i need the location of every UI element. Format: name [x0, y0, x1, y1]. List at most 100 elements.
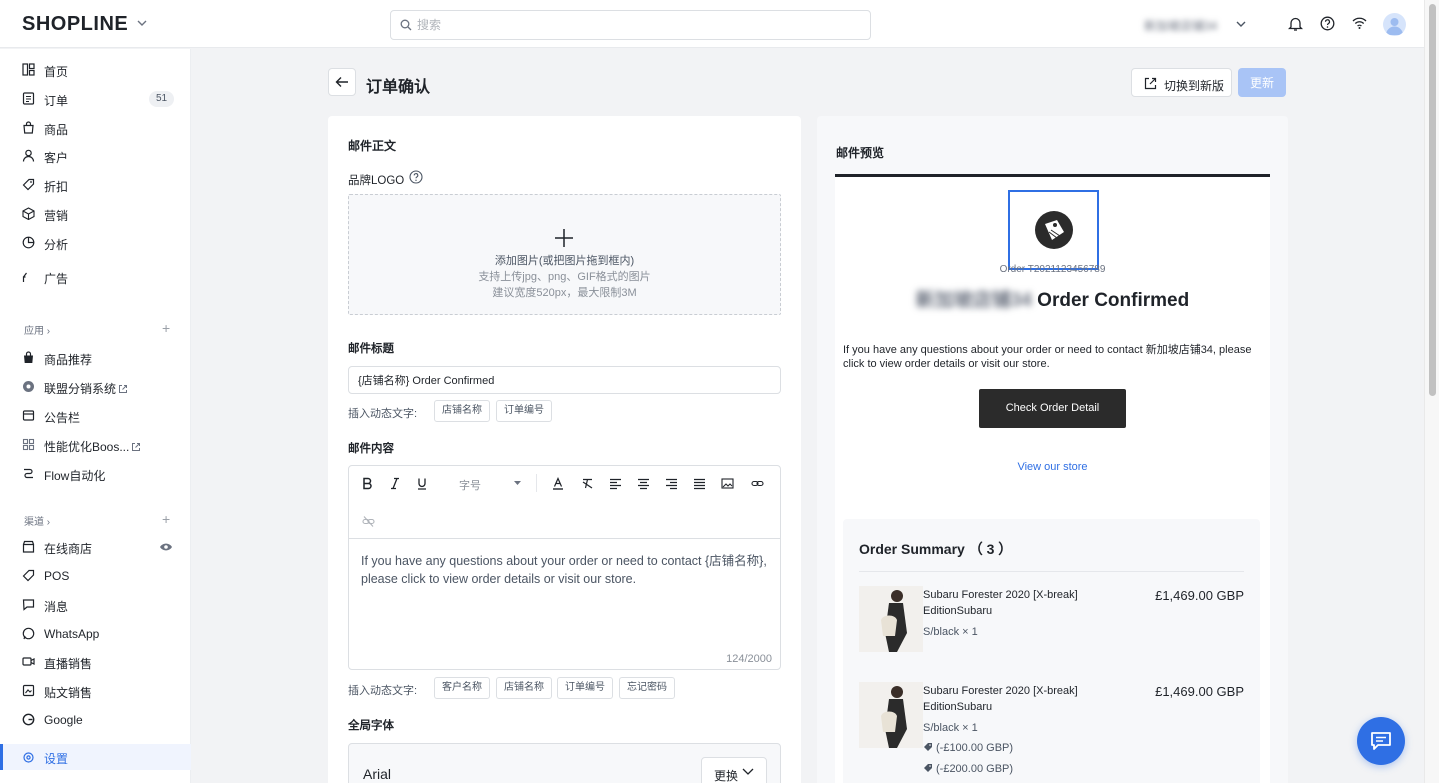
sidebar-item-home[interactable]: 首页 [0, 57, 191, 83]
sidebar-item-flow[interactable]: Flow自动化 [0, 461, 191, 487]
wifi-icon[interactable] [1352, 16, 1367, 30]
sidebar-item-messages[interactable]: 消息 [0, 592, 191, 618]
order-summary-title: Order Summary （ 3 ） [859, 541, 1013, 557]
sidebar-item-google[interactable]: Google [0, 707, 191, 733]
email-body-editor-card: 邮件正文 品牌LOGO 添加图片(或把图片拖到框内) 支持上传jpg、png、G… [328, 116, 801, 783]
chip-store-name[interactable]: 店铺名称 [496, 677, 552, 699]
email-subject-input[interactable] [348, 366, 781, 394]
product-item: Subaru Forester 2020 [X-break] EditionSu… [859, 586, 1244, 666]
sidebar-item-orders[interactable]: 订单 51 [0, 86, 191, 112]
check-order-detail-button[interactable]: Check Order Detail [979, 389, 1126, 428]
scrollbar-thumb[interactable] [1429, 4, 1436, 396]
sidebar-item-online-store[interactable]: 在线商店 [0, 534, 191, 560]
sidebar-item-settings[interactable]: 设置 [0, 744, 191, 770]
email-content-text[interactable]: If you have any questions about your ord… [361, 552, 771, 588]
post-icon [22, 684, 35, 697]
arrow-left-icon [335, 75, 349, 89]
avatar[interactable] [1383, 13, 1406, 36]
sidebar-item-pos[interactable]: POS [0, 563, 191, 589]
page-scrollbar[interactable] [1424, 0, 1439, 783]
logo-upload-area[interactable]: 添加图片(或把图片拖到框内) 支持上传jpg、png、GIF格式的图片 建议宽度… [348, 194, 781, 315]
product-image [859, 586, 923, 652]
insert-dynamic-text-label: 插入动态文字: [348, 685, 418, 697]
store-name: 新加坡店铺34 [1144, 19, 1218, 33]
chip-store-name[interactable]: 店铺名称 [434, 400, 490, 422]
tag-icon [923, 763, 933, 773]
sidebar-item-discounts[interactable]: 折扣 [0, 172, 191, 198]
italic-icon[interactable] [389, 477, 401, 490]
external-link-icon [1144, 77, 1157, 90]
search-bar[interactable] [390, 10, 871, 40]
chevron-down-icon[interactable] [136, 17, 148, 29]
sidebar-item-live[interactable]: 直播销售 [0, 649, 191, 675]
search-icon [400, 19, 412, 31]
add-app-icon[interactable]: + [162, 320, 170, 336]
sidebar-item-performance[interactable]: 性能优化Boos... [0, 432, 191, 458]
help-icon[interactable] [409, 170, 423, 184]
align-left-icon[interactable] [609, 477, 622, 490]
font-size-select[interactable]: 字号 [459, 477, 521, 493]
store-switcher[interactable]: 新加坡店铺34 [1140, 14, 1250, 34]
sidebar-item-label: Flow自动化 [44, 469, 106, 483]
email-content-label: 邮件内容 [348, 443, 394, 455]
affiliate-icon [22, 380, 35, 393]
preview-body-text: If you have any questions about your ord… [843, 344, 1252, 370]
channels-section-header[interactable]: 渠道 › [24, 513, 50, 528]
sidebar-item-affiliate[interactable]: 联盟分销系统 [0, 374, 191, 400]
apps-section-header[interactable]: 应用 › [24, 322, 50, 337]
sidebar-item-label: 折扣 [44, 180, 69, 194]
brand-logo-placeholder[interactable] [1008, 190, 1099, 270]
sidebar-item-announcement[interactable]: 公告栏 [0, 403, 191, 429]
sidebar-item-products[interactable]: 商品 [0, 115, 191, 141]
top-bar: SHOPLINE 新加坡店铺34 [0, 0, 1424, 48]
performance-label: 性能优化Boos... [44, 440, 130, 454]
clear-format-icon[interactable] [581, 477, 594, 490]
chevron-down-icon [742, 767, 754, 777]
back-button[interactable] [328, 68, 356, 96]
chip-customer-name[interactable]: 客户名称 [434, 677, 490, 699]
search-input[interactable] [417, 16, 857, 34]
shopline-logo[interactable]: SHOPLINE [22, 13, 128, 36]
sidebar-item-label: 广告 [44, 272, 69, 286]
order-summary: Order Summary （ 3 ） Subaru Forester 2020… [843, 519, 1260, 783]
toolbar-divider [536, 474, 537, 492]
plus-icon [554, 228, 574, 248]
sidebar-item-ads[interactable]: 广告 [0, 264, 191, 290]
chat-support-button[interactable] [1357, 717, 1405, 765]
sidebar-item-customers[interactable]: 客户 [0, 143, 191, 169]
chip-order-number[interactable]: 订单编号 [496, 400, 552, 422]
unlink-icon[interactable] [362, 515, 375, 528]
switch-to-new-version-button[interactable]: 切换到新版 [1131, 68, 1232, 97]
image-icon[interactable] [721, 477, 734, 490]
bell-icon[interactable] [1288, 16, 1303, 32]
eye-icon[interactable] [159, 542, 173, 552]
link-icon[interactable] [751, 477, 764, 490]
add-channel-icon[interactable]: + [162, 511, 170, 527]
sidebar-item-analytics[interactable]: 分析 [0, 230, 191, 256]
sidebar-item-recommend[interactable]: 商品推荐 [0, 345, 191, 371]
change-font-button[interactable]: 更换 [701, 757, 767, 783]
order-confirmed-heading: 新加坡店铺34 Order Confirmed [835, 285, 1270, 312]
chip-forgot-password[interactable]: 忘记密码 [619, 677, 675, 699]
align-center-icon[interactable] [637, 477, 650, 490]
help-icon[interactable] [1320, 16, 1335, 31]
view-store-link[interactable]: View our store [835, 461, 1270, 473]
sidebar-item-marketing[interactable]: 营销 [0, 201, 191, 227]
product-price: £1,469.00 GBP [1155, 684, 1244, 699]
sidebar-item-label: 在线商店 [44, 542, 93, 556]
gear-icon [22, 750, 35, 763]
underline-icon[interactable] [416, 477, 428, 490]
sidebar-item-label: 客户 [44, 151, 69, 165]
align-right-icon[interactable] [665, 477, 678, 490]
sidebar-item-post[interactable]: 贴文销售 [0, 678, 191, 704]
update-button[interactable]: 更新 [1238, 68, 1286, 97]
align-justify-icon[interactable] [693, 477, 706, 490]
chip-order-number[interactable]: 订单编号 [557, 677, 613, 699]
sidebar-item-whatsapp[interactable]: WhatsApp [0, 621, 191, 647]
font-color-icon[interactable] [552, 477, 564, 490]
product-variant: S/black × 1 [923, 722, 978, 734]
bold-icon[interactable] [361, 477, 373, 490]
discount-amount: (-£100.00 GBP) [936, 742, 1014, 754]
font-name: Arial [363, 766, 392, 782]
preview-title: 邮件预览 [836, 146, 885, 160]
